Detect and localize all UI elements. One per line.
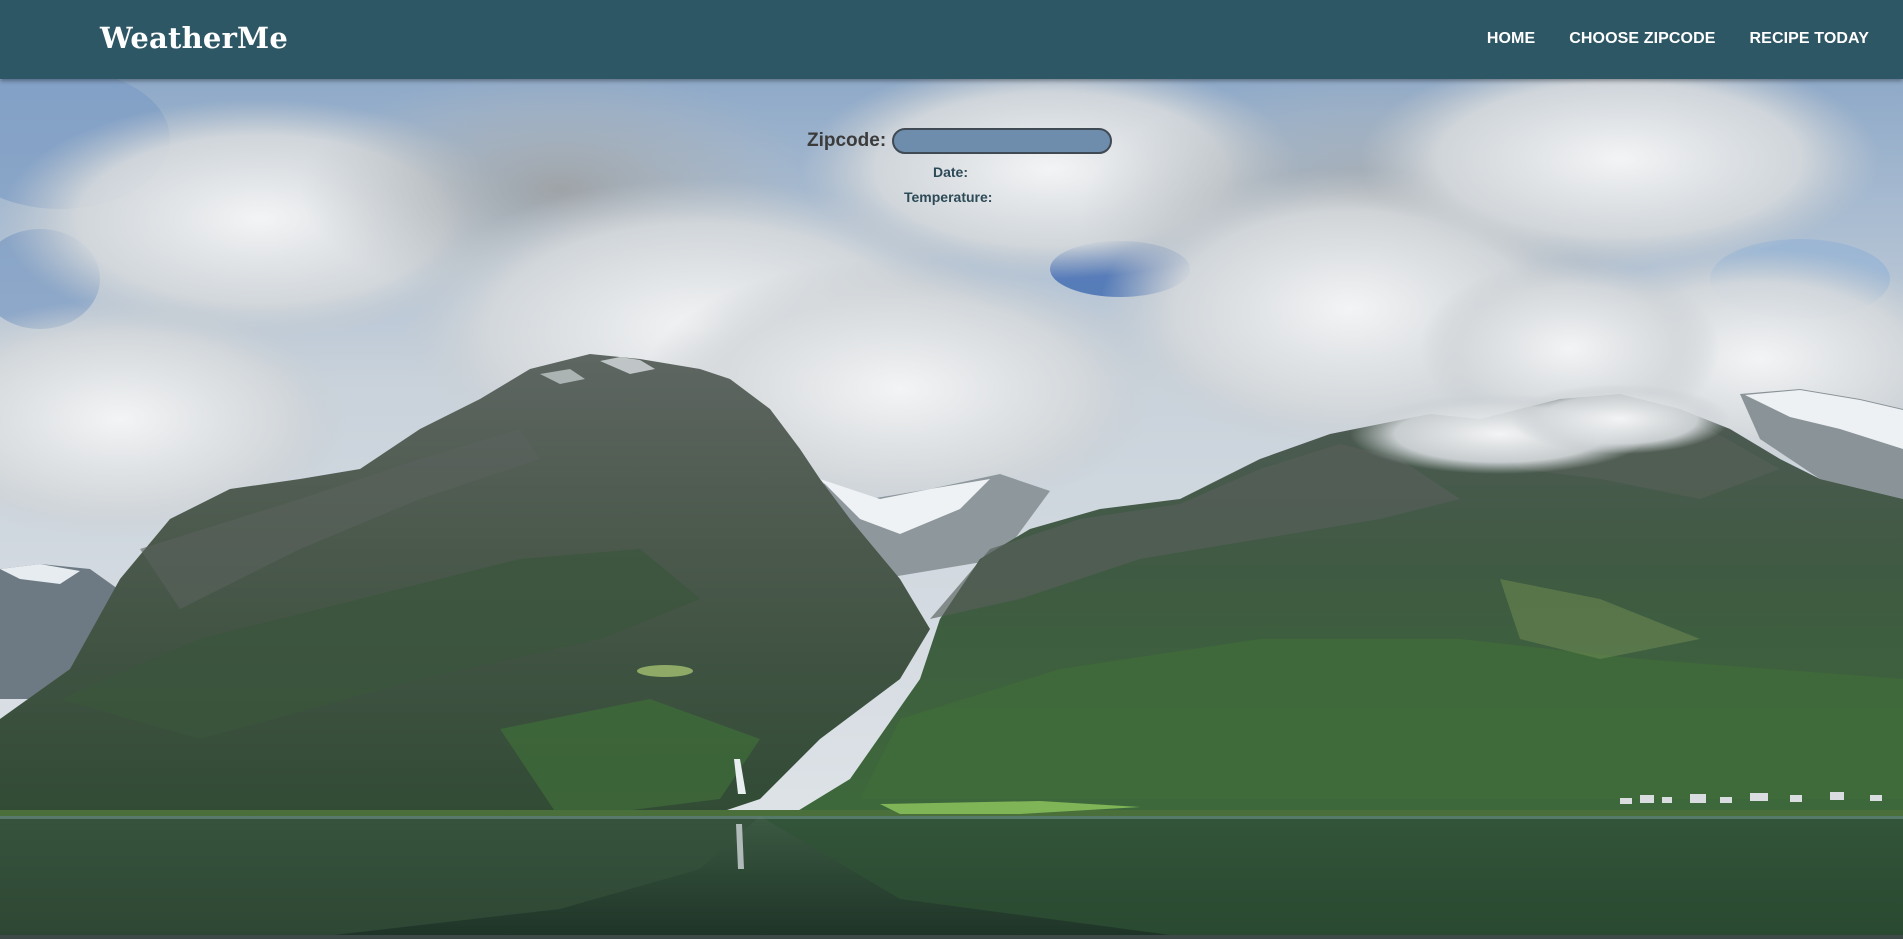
nav-links: HOME CHOOSE ZIPCODE RECIPE TODAY (1487, 30, 1869, 48)
zipcode-form: Zipcode: (807, 128, 1113, 154)
zipcode-input[interactable] (892, 128, 1113, 154)
date-label: Date: (933, 164, 969, 180)
nav-home-link[interactable]: HOME (1487, 30, 1535, 48)
hero-landscape-background (0, 79, 1903, 939)
temperature-label: Temperature: (904, 189, 993, 205)
top-navbar: WeatherMe HOME CHOOSE ZIPCODE RECIPE TOD… (0, 0, 1903, 79)
brand-logo[interactable]: WeatherMe (100, 21, 288, 55)
bottom-edge (0, 935, 1903, 939)
mountain-landscape-image (0, 79, 1903, 939)
zipcode-label: Zipcode: (807, 130, 887, 151)
nav-choose-zipcode-link[interactable]: CHOOSE ZIPCODE (1569, 30, 1715, 48)
nav-recipe-today-link[interactable]: RECIPE TODAY (1750, 30, 1869, 48)
